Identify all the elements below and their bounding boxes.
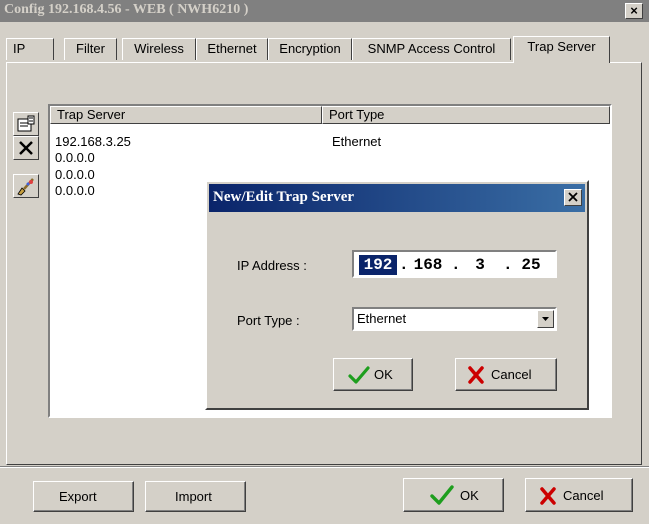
port-type-select[interactable]: Ethernet [352,307,557,331]
list-item[interactable]: 0.0.0.0 [55,183,95,198]
delete-button[interactable] [13,136,39,160]
window-title: Config 192.168.4.56 - WEB ( NWH6210 ) [4,2,249,17]
column-header-trap-server[interactable]: Trap Server [50,106,322,124]
dialog-ok-button[interactable]: OK [333,358,413,391]
tab-ethernet[interactable]: Ethernet [196,38,268,60]
tab-ip[interactable]: IP [6,38,54,60]
ip-address-label: IP Address : [237,258,307,273]
tab-filter[interactable]: Filter [64,38,117,60]
tab-wireless[interactable]: Wireless [122,38,196,60]
window-title-bar: Config 192.168.4.56 - WEB ( NWH6210 ) × [0,0,649,22]
cancel-label: Cancel [563,488,604,503]
cancel-button[interactable]: Cancel [525,478,633,512]
dialog-cancel-label: Cancel [491,367,532,382]
dialog-cancel-button[interactable]: Cancel [455,358,557,391]
ip-octet-1[interactable]: 192 [359,255,397,275]
dropdown-button[interactable] [537,310,554,328]
edit-button[interactable] [13,112,39,136]
ok-label: OK [460,488,479,503]
checkmark-icon [348,366,370,384]
checkmark-icon [430,485,454,505]
ok-button[interactable]: OK [403,478,504,512]
dialog-title-bar: New/Edit Trap Server [209,184,585,212]
delete-x-icon [19,141,33,155]
footer-divider [0,466,649,468]
ip-octet-2[interactable]: 168 [409,255,447,275]
clear-brush-icon [17,178,34,196]
list-item[interactable]: 0.0.0.0 [55,150,95,165]
import-label: Import [175,489,212,504]
list-item[interactable]: 0.0.0.0 [55,167,95,182]
ip-separator: . [399,256,409,274]
dialog-title: New/Edit Trap Server [213,189,355,205]
clear-button[interactable] [13,174,39,198]
close-icon [568,192,578,202]
tab-trap-server[interactable]: Trap Server [513,36,610,63]
tab-snmp-access-control[interactable]: SNMP Access Control [352,38,511,60]
dialog-ok-label: OK [374,367,393,382]
chevron-down-icon [542,317,549,321]
port-type-label: Port Type : [237,313,300,328]
list-item[interactable]: 192.168.3.25 [55,134,131,149]
export-label: Export [59,489,97,504]
import-button[interactable]: Import [145,481,246,512]
tab-encryption[interactable]: Encryption [268,38,352,60]
ip-address-input[interactable]: 192 . 168 . 3 . 25 [352,250,557,278]
cancel-x-icon [540,487,556,505]
dialog-close-button[interactable] [564,189,582,206]
window-close-button[interactable]: × [625,3,643,19]
column-header-port-type[interactable]: Port Type [322,106,610,124]
ip-octet-3[interactable]: 3 [461,255,499,275]
export-button[interactable]: Export [33,481,134,512]
ip-octet-4[interactable]: 25 [512,255,550,275]
edit-properties-icon [17,115,35,132]
cancel-x-icon [468,366,484,384]
list-item-port: Ethernet [332,134,382,149]
port-type-value: Ethernet [357,311,407,326]
ip-separator: . [451,256,461,274]
new-edit-trap-server-dialog: New/Edit Trap Server IP Address : 192 . … [205,180,589,410]
